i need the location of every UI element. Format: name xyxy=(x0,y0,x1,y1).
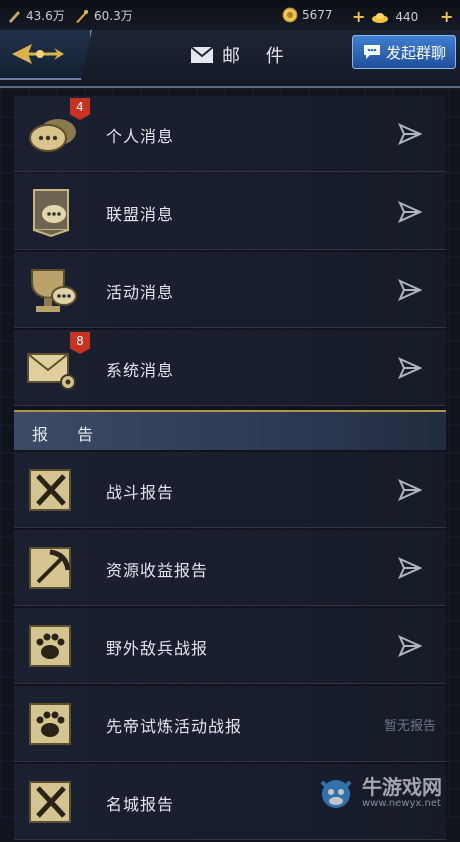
list-item-label: 野外敌兵战报 xyxy=(106,639,209,658)
resource-bar: 43.6万 60.3万 5677 + 440 + xyxy=(0,0,460,30)
message-list: 4 个人消息 联盟消息 活动消息 8 系统消息 xyxy=(14,96,446,408)
alliance-banner-icon xyxy=(24,186,80,238)
list-item-resource-report[interactable]: 资源收益报告 xyxy=(14,530,446,606)
add-gold-icon[interactable]: + xyxy=(352,7,365,26)
send-icon[interactable] xyxy=(398,201,422,223)
list-item-label: 活动消息 xyxy=(106,283,175,302)
gold-ingot-icon xyxy=(372,12,389,23)
resource-1: 43.6万 xyxy=(6,7,65,24)
list-item-personal[interactable]: 4 个人消息 xyxy=(14,96,446,172)
list-item-field-enemy-report[interactable]: 野外敌兵战报 xyxy=(14,608,446,684)
trophy-chat-icon xyxy=(24,264,80,316)
chat-icon xyxy=(363,45,380,59)
page-title-text: 邮 件 xyxy=(222,46,294,67)
envelope-icon xyxy=(190,46,214,63)
crossed-swords-scroll-icon xyxy=(24,464,80,516)
gold[interactable]: + 440 xyxy=(352,7,418,26)
watermark-url: www.newyx.net xyxy=(362,797,441,809)
mail-gear-icon xyxy=(24,342,80,394)
back-button[interactable] xyxy=(0,30,92,80)
list-item-label: 战斗报告 xyxy=(106,483,175,502)
list-item-label: 名城报告 xyxy=(106,795,175,814)
iron-icon xyxy=(76,9,88,23)
list-item-alliance[interactable]: 联盟消息 xyxy=(14,174,446,250)
watermark-title: 牛游戏网 xyxy=(362,774,442,799)
send-icon[interactable] xyxy=(398,479,422,501)
watermark-text: 牛游戏网 www.newyx.net xyxy=(362,776,442,809)
start-group-chat-label: 发起群聊 xyxy=(385,43,446,62)
gold-value: 440 xyxy=(395,9,419,24)
coins: 5677 xyxy=(282,7,333,23)
section-header-reports: 报 告 xyxy=(14,410,446,450)
send-icon[interactable] xyxy=(398,357,422,379)
list-item-battle-report[interactable]: 战斗报告 xyxy=(14,452,446,528)
send-icon[interactable] xyxy=(398,279,422,301)
paw-scroll-icon xyxy=(24,620,80,672)
list-item-label: 先帝试炼活动战报 xyxy=(106,717,243,736)
section-title: 报 告 xyxy=(32,425,106,444)
send-icon[interactable] xyxy=(398,635,422,657)
send-icon[interactable] xyxy=(398,123,422,145)
list-item-label: 资源收益报告 xyxy=(106,561,209,580)
list-item-label: 系统消息 xyxy=(106,361,175,380)
no-report-status: 暂无报告 xyxy=(383,719,436,734)
start-group-chat-button[interactable]: 发起群聊 xyxy=(352,35,456,69)
paw-scroll-icon xyxy=(24,698,80,750)
wood-icon xyxy=(9,10,20,23)
coin-icon xyxy=(282,7,298,23)
header: 邮 件 发起群聊 xyxy=(0,30,460,88)
resource-2-value: 60.3万 xyxy=(94,9,133,23)
pickaxe-scroll-icon xyxy=(24,542,80,594)
chat-bubbles-icon xyxy=(24,108,80,160)
add-button[interactable]: + xyxy=(440,7,453,26)
resource-1-value: 43.6万 xyxy=(26,9,65,23)
watermark: 牛游戏网 www.newyx.net xyxy=(316,770,456,814)
coins-value: 5677 xyxy=(302,8,333,22)
list-item-trial-report[interactable]: 先帝试炼活动战报 暂无报告 xyxy=(14,686,446,762)
send-icon[interactable] xyxy=(398,557,422,579)
back-arrow-icon xyxy=(12,44,64,64)
crossed-swords-scroll-icon xyxy=(24,776,80,828)
list-item-label: 联盟消息 xyxy=(106,205,175,224)
list-item-activity[interactable]: 活动消息 xyxy=(14,252,446,328)
list-item-system[interactable]: 8 系统消息 xyxy=(14,330,446,406)
add-icon[interactable]: + xyxy=(440,7,453,26)
list-item-label: 个人消息 xyxy=(106,127,175,146)
cow-logo-icon xyxy=(320,780,352,808)
resource-2: 60.3万 xyxy=(74,7,133,24)
page-title: 邮 件 xyxy=(190,42,294,68)
